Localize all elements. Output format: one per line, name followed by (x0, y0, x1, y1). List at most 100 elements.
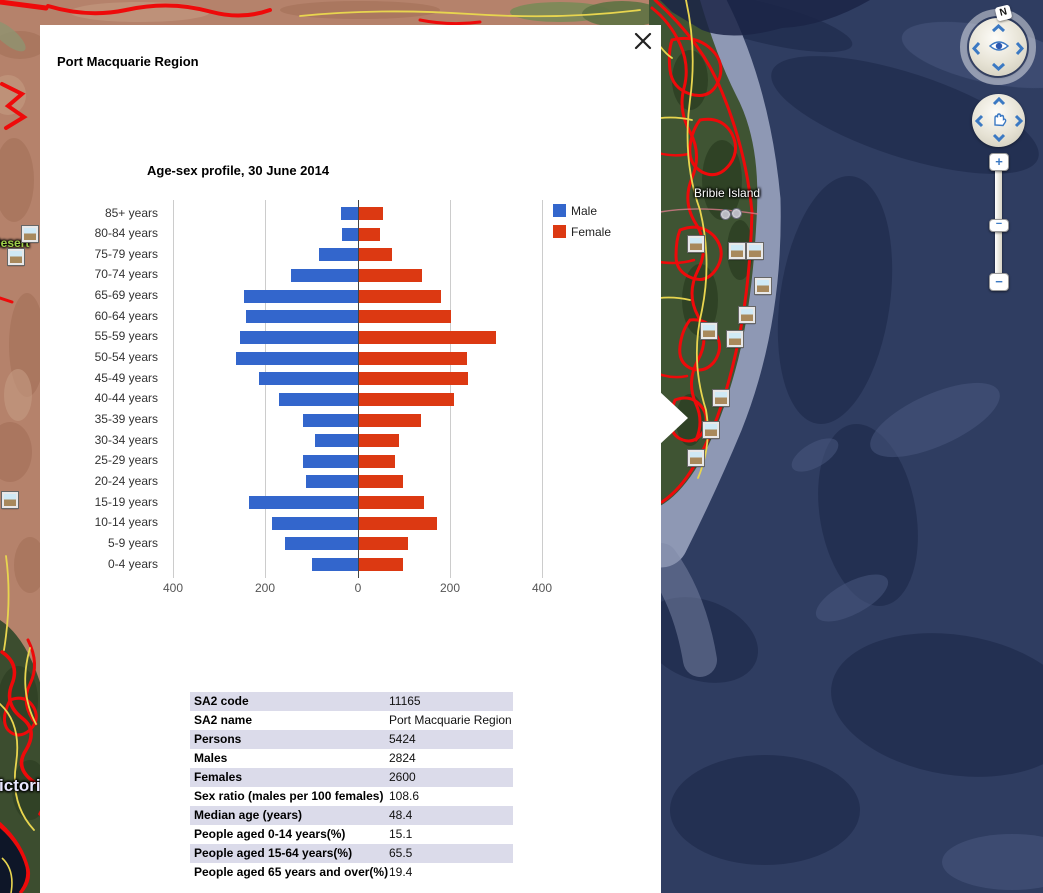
chart-title: Age-sex profile, 30 June 2014 (147, 163, 329, 178)
bar-female (359, 331, 496, 344)
x-axis-tick-label: 400 (512, 581, 572, 595)
bar-female (359, 434, 399, 447)
age-label: 30-34 years (48, 433, 158, 447)
table-row-value: 65.5 (389, 844, 412, 863)
chart-gridline (450, 200, 451, 578)
pan-left-icon[interactable] (975, 114, 984, 128)
photo-icon[interactable] (2, 492, 18, 508)
age-label: 5-9 years (48, 536, 158, 550)
table-row-value: 19.4 (389, 863, 412, 882)
photo-icon[interactable] (713, 390, 729, 406)
table-row-label: People aged 0-14 years(%) (194, 825, 385, 844)
table-row-value: 108.6 (389, 787, 419, 806)
table-row-label: Median age (years) (194, 806, 385, 825)
bar-female (359, 372, 468, 385)
zoom-out-button[interactable]: − (989, 273, 1009, 291)
age-label: 35-39 years (48, 412, 158, 426)
photo-icon[interactable] (739, 307, 755, 323)
legend-swatch-female (553, 225, 566, 238)
chart-gridline (265, 200, 266, 578)
bar-male (285, 537, 358, 550)
balloon-tail (659, 391, 691, 445)
bar-male (246, 310, 358, 323)
bar-male (312, 558, 358, 571)
age-label: 25-29 years (48, 453, 158, 467)
bar-female (359, 269, 422, 282)
table-row-value: 2600 (389, 768, 416, 787)
bar-female (359, 537, 408, 550)
bar-male (303, 414, 358, 427)
photo-icon[interactable] (747, 243, 763, 259)
age-label: 60-64 years (48, 309, 158, 323)
age-label: 85+ years (48, 206, 158, 220)
poi-dot-icon[interactable] (731, 208, 742, 219)
bar-male (306, 475, 358, 488)
table-row-label: People aged 15-64 years(%) (194, 844, 385, 863)
photo-icon[interactable] (8, 249, 24, 265)
bar-female (359, 207, 383, 220)
bar-male (240, 331, 358, 344)
table-row: Median age (years)48.4 (190, 806, 513, 825)
age-label: 20-24 years (48, 474, 158, 488)
bar-male (303, 455, 358, 468)
table-row: SA2 code11165 (190, 692, 513, 711)
look-down-icon[interactable] (991, 62, 1006, 71)
bar-male (272, 517, 358, 530)
age-label: 15-19 years (48, 495, 158, 509)
info-balloon: Port Macquarie Region Age-sex profile, 3… (40, 25, 661, 893)
look-left-icon[interactable] (972, 41, 981, 56)
age-label: 50-54 years (48, 350, 158, 364)
table-row-value: 11165 (389, 692, 421, 711)
table-row-label: Sex ratio (males per 100 females) (194, 787, 385, 806)
age-label: 80-84 years (48, 226, 158, 240)
bar-male (249, 496, 358, 509)
bar-male (341, 207, 358, 220)
pan-down-icon[interactable] (992, 133, 1006, 142)
photo-icon[interactable] (755, 278, 771, 294)
x-axis-tick-label: 200 (235, 581, 295, 595)
look-up-icon[interactable] (991, 24, 1006, 33)
table-row-label: Females (194, 768, 385, 787)
zoom-in-button[interactable]: + (989, 153, 1009, 171)
pan-right-icon[interactable] (1014, 114, 1023, 128)
photo-icon[interactable] (22, 226, 38, 242)
table-row-label: Persons (194, 730, 385, 749)
age-label: 40-44 years (48, 391, 158, 405)
table-row: Sex ratio (males per 100 females)108.6 (190, 787, 513, 806)
table-row: SA2 namePort Macquarie Region (190, 711, 513, 730)
photo-icon[interactable] (703, 422, 719, 438)
hand-icon (990, 110, 1007, 127)
age-label: 45-49 years (48, 371, 158, 385)
bar-female (359, 248, 392, 261)
table-row-label: SA2 code (194, 692, 385, 711)
pan-up-icon[interactable] (992, 97, 1006, 106)
close-icon[interactable] (634, 32, 652, 50)
look-right-icon[interactable] (1015, 41, 1024, 56)
map-label-bribie-island: Bribie Island (694, 186, 760, 200)
table-row: Females2600 (190, 768, 513, 787)
bar-female (359, 310, 451, 323)
age-label: 0-4 years (48, 557, 158, 571)
zoom-slider-handle[interactable]: − (989, 219, 1009, 232)
table-row-label: SA2 name (194, 711, 385, 730)
table-row-label: People aged 65 years and over(%) (194, 863, 385, 882)
bar-female (359, 475, 403, 488)
bar-male (259, 372, 358, 385)
photo-icon[interactable] (688, 450, 704, 466)
age-label: 65-69 years (48, 288, 158, 302)
chart-gridline (173, 200, 174, 578)
legend-label: Male (571, 204, 597, 218)
bar-male (319, 248, 358, 261)
photo-icon[interactable] (701, 323, 717, 339)
bar-male (244, 290, 358, 303)
table-row: People aged 65 years and over(%)19.4 (190, 863, 513, 882)
photo-icon[interactable] (688, 236, 704, 252)
bar-female (359, 517, 437, 530)
bar-female (359, 455, 395, 468)
bar-male (236, 352, 358, 365)
age-label: 55-59 years (48, 329, 158, 343)
poi-dot-icon[interactable] (720, 209, 731, 220)
table-row-value: 15.1 (389, 825, 412, 844)
photo-icon[interactable] (729, 243, 745, 259)
photo-icon[interactable] (727, 331, 743, 347)
